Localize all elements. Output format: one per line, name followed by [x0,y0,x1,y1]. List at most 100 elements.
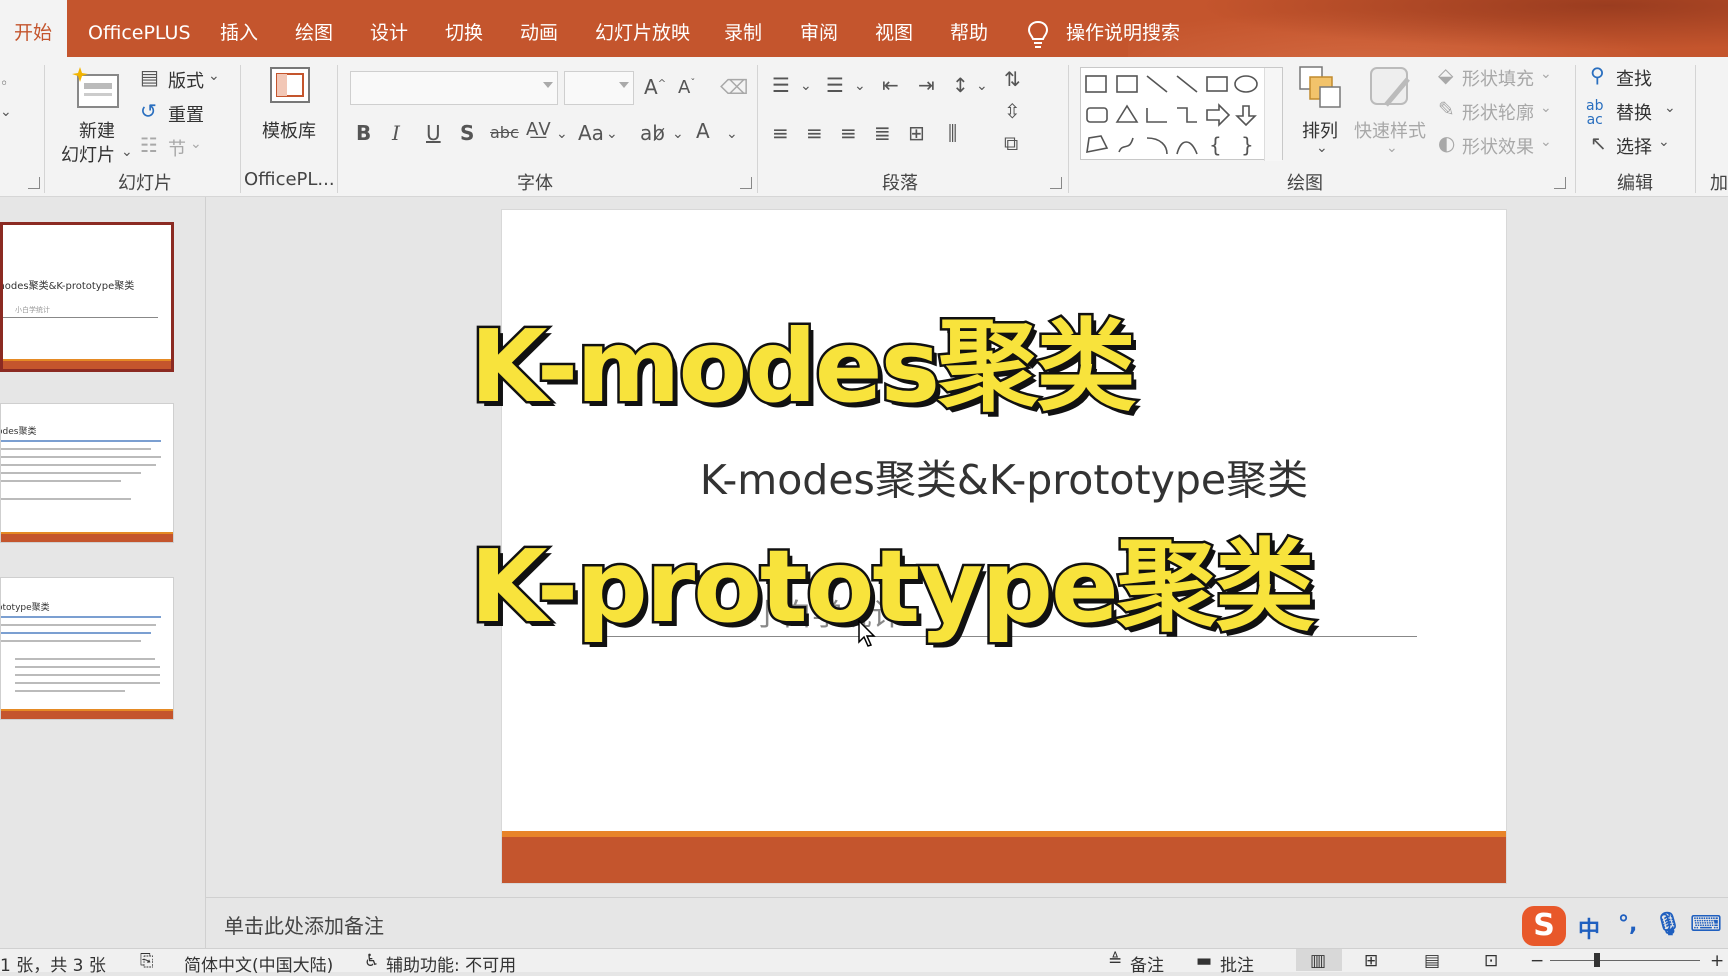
bullets-icon[interactable]: ☰ [772,75,790,95]
normal-view-icon[interactable]: ▥ [1310,951,1326,971]
chevron-down-icon[interactable]: ⌄ [208,69,220,83]
notes-pane[interactable]: 单击此处添加备注 [206,897,1728,948]
chevron-down-icon[interactable]: ⌄ [854,79,866,93]
shapes-gallery[interactable]: { } [1080,67,1283,161]
clipboard-launcher-icon[interactable] [28,177,40,189]
slide-thumbnail-1[interactable]: modes聚类&K-prototype聚类 小白学统计 [0,222,174,372]
tab-slideshow[interactable]: 幻灯片放映 [581,0,704,57]
increase-indent-icon[interactable]: ⇥ [918,75,935,95]
replace-button[interactable]: 替换 [1616,99,1652,125]
notes-placeholder[interactable]: 单击此处添加备注 [224,910,384,939]
slide-thumbnail-2[interactable]: odes聚类 [0,403,174,543]
tab-officeplus[interactable]: OfficePLUS [74,0,205,57]
chevron-down-icon[interactable]: ⌄ [121,145,133,159]
line-spacing-icon[interactable]: ↕ [952,75,969,95]
template-library-icon[interactable] [268,65,312,107]
tab-help[interactable]: 帮助 [936,0,1002,57]
italic-icon[interactable]: I [392,123,400,143]
shapes-gallery-scroll[interactable] [1264,68,1282,161]
accessibility-status[interactable]: 辅助功能: 不可用 [386,951,516,976]
paragraph-launcher-icon[interactable] [1050,177,1062,189]
quick-styles-icon[interactable] [1368,65,1414,111]
character-spacing-icon[interactable]: A͟V [526,121,551,139]
notes-toggle[interactable]: 备注 [1130,951,1164,976]
clipped-icon[interactable]: ◦ [0,77,8,91]
tab-animations[interactable]: 动画 [506,0,572,57]
text-direction-icon[interactable]: ⇅ [1004,69,1021,89]
slide-sorter-icon[interactable]: ⊞ [1364,951,1378,971]
font-shrink-icon[interactable]: Aˇ [678,79,695,97]
columns-icon[interactable]: ⫼ [948,123,957,143]
comments-toggle[interactable]: 批注 [1220,951,1254,976]
distributed-icon[interactable]: ⊞ [908,123,925,143]
spell-check-icon[interactable]: ⎘ [140,951,154,971]
tab-design[interactable]: 设计 [356,0,422,57]
tab-review[interactable]: 审阅 [786,0,852,57]
font-grow-icon[interactable]: A^ [644,77,666,97]
tab-draw[interactable]: 绘图 [281,0,347,57]
highlight-icon[interactable]: ab̷ [640,123,665,143]
template-library-button[interactable]: 模板库 [262,117,316,143]
font-name-combo[interactable] [350,71,558,105]
sogou-logo-icon[interactable]: S [1522,906,1566,946]
chevron-down-icon[interactable]: ⌄ [726,127,738,141]
chevron-down-icon[interactable]: ⌄ [1540,135,1552,149]
language-indicator[interactable]: 简体中文(中国大陆) [184,951,333,976]
underline-icon[interactable]: U [426,123,441,143]
chevron-down-icon[interactable]: ⌄ [1658,135,1670,149]
chevron-down-icon[interactable]: ⌄ [1540,67,1552,81]
slideshow-view-icon[interactable]: ⊡ [1484,951,1498,971]
slide-subtitle[interactable]: K-modes聚类&K-prototype聚类 [502,446,1506,506]
decrease-indent-icon[interactable]: ⇤ [882,75,899,95]
shadow-icon[interactable]: S [460,123,474,143]
justify-icon[interactable]: ≣ [874,123,891,143]
keyboard-icon[interactable]: ⌨ [1690,912,1722,937]
align-left-icon[interactable]: ≡ [772,123,789,143]
font-color-icon[interactable]: A [696,121,710,141]
chevron-down-icon[interactable]: ⌄ [800,79,812,93]
chevron-down-icon[interactable]: ⌄ [606,127,618,141]
shape-fill-button[interactable]: 形状填充 [1462,65,1534,91]
reading-view-icon[interactable]: ▤ [1424,951,1440,971]
zoom-slider-thumb[interactable] [1594,953,1600,967]
tell-me-search[interactable]: 操作说明搜索 [1052,0,1194,57]
tab-home[interactable]: 开始 [0,0,67,57]
arrange-icon[interactable] [1298,65,1342,109]
clipped-dropdown-icon[interactable]: ⌄ [0,105,12,119]
zoom-slider[interactable] [1550,960,1700,961]
shapes-gallery-grid[interactable]: { } [1081,68,1266,161]
align-center-icon[interactable]: ≡ [806,123,823,143]
zoom-in-icon[interactable]: + [1710,951,1724,971]
chevron-down-icon[interactable]: ⌄ [1316,141,1328,155]
numbering-icon[interactable]: ☰ [826,75,844,95]
ime-language-toggle[interactable]: 中 [1578,912,1600,944]
select-button[interactable]: 选择 [1616,133,1652,159]
chevron-down-icon[interactable]: ⌄ [1540,101,1552,115]
chevron-down-icon[interactable]: ⌄ [1386,141,1398,155]
microphone-icon[interactable]: 🎙 [1654,912,1682,937]
shape-effect-button[interactable]: 形状效果 [1462,133,1534,159]
align-text-icon[interactable]: ⇳ [1004,101,1021,121]
shape-outline-button[interactable]: 形状轮廓 [1462,99,1534,125]
font-size-combo[interactable] [564,71,634,105]
layout-button[interactable]: 版式 [168,67,204,93]
chevron-down-icon[interactable]: ⌄ [976,79,988,93]
chevron-down-icon[interactable]: ⌄ [1664,101,1676,115]
change-case-icon[interactable]: Aa [578,123,604,143]
clear-formatting-icon[interactable]: ⌫ [720,77,748,97]
section-button[interactable]: 节 [168,135,186,161]
strikethrough-icon[interactable]: abc [490,125,519,141]
reset-button[interactable]: 重置 [168,101,204,127]
find-button[interactable]: 查找 [1616,65,1652,91]
tab-transitions[interactable]: 切换 [431,0,497,57]
zoom-out-icon[interactable]: − [1530,951,1544,971]
tab-insert[interactable]: 插入 [206,0,272,57]
new-slide-label[interactable]: 新建 [79,117,115,143]
slide-thumbnail-3[interactable]: ototype聚类 [0,577,174,720]
chevron-down-icon[interactable]: ⌄ [190,137,202,151]
ime-punctuation-toggle[interactable]: °, [1618,912,1637,937]
new-slide-label-2[interactable]: 幻灯片 [61,141,115,167]
align-right-icon[interactable]: ≡ [840,123,857,143]
new-slide-icon[interactable] [72,65,122,113]
tab-record[interactable]: 录制 [710,0,776,57]
